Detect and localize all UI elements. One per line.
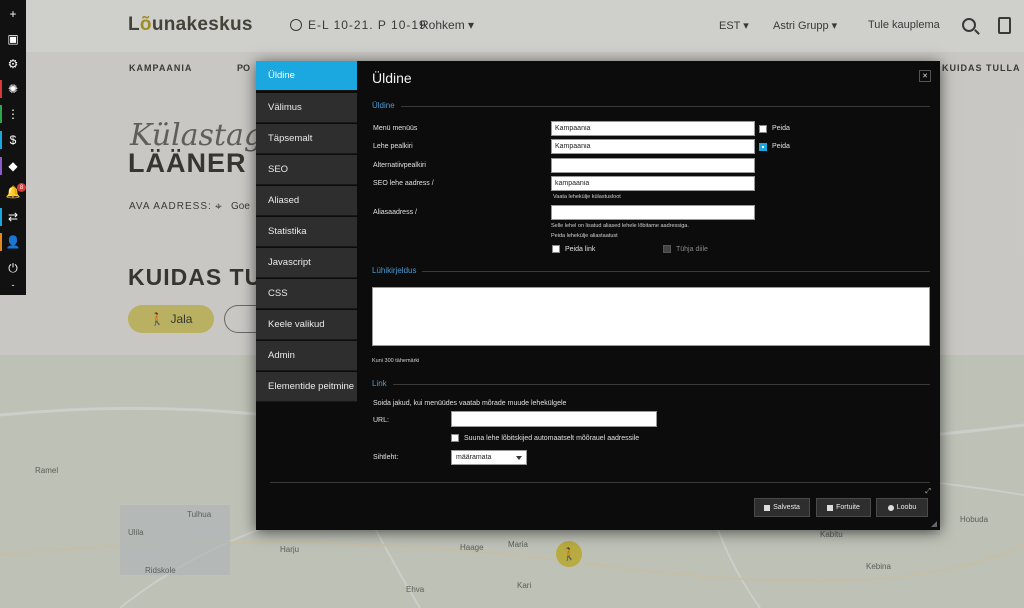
show-checkbox-label: Peida (772, 143, 790, 150)
tab-languages[interactable]: Keele valikud (256, 310, 357, 340)
bell-icon[interactable]: 🔔 8 (0, 180, 26, 204)
alias-address-input[interactable] (551, 205, 755, 220)
toolbar-collapse[interactable]: - (0, 278, 26, 292)
section-general: Üldine (372, 101, 930, 111)
section-description: Lühikirjeldus (372, 266, 930, 276)
quick-edit-checkbox[interactable] (663, 245, 671, 253)
show-checkbox[interactable] (759, 143, 767, 151)
alias-address-label: Aliasaadress / (373, 209, 417, 216)
notification-badge: 8 (17, 183, 26, 192)
resize-handle[interactable] (931, 521, 937, 527)
bug-icon[interactable]: ✺ (0, 77, 26, 101)
swap-icon[interactable]: ⇄ (0, 205, 26, 229)
page-title-label: Lehe pealkiri (373, 143, 413, 150)
url-input[interactable] (451, 411, 657, 427)
tab-javascript[interactable]: Javascript (256, 248, 357, 278)
tab-general[interactable]: Üldine (256, 61, 357, 91)
hide-checkbox-label: Peida (772, 125, 790, 132)
tab-seo[interactable]: SEO (256, 155, 357, 185)
tab-css[interactable]: CSS (256, 279, 357, 309)
modal-tabs: Üldine Välimus Täpsemalt SEO Aliased Sta… (256, 61, 358, 402)
footer-divider (270, 482, 930, 483)
save-icon (764, 504, 771, 511)
tab-statistics[interactable]: Statistika (256, 217, 357, 247)
document-icon (827, 504, 834, 511)
page-title-input[interactable] (551, 139, 755, 154)
menu-name-input[interactable] (551, 121, 755, 136)
hide-checkbox[interactable] (759, 125, 767, 133)
alias-address-hint-2[interactable]: Peida lehekülje aliastaatust (551, 233, 618, 239)
gear-icon[interactable]: ⚙ (0, 52, 26, 76)
menu-name-label: Menü menüüs (373, 125, 418, 132)
alias-address-hint: Selle lehel on lisatud aliased lehele lõ… (551, 223, 689, 229)
tab-hide-elements[interactable]: Elementide peitmine (256, 372, 357, 402)
hide-link-label: Peida link (565, 246, 596, 253)
chevron-down-icon (516, 456, 522, 460)
tab-aliases[interactable]: Aliased (256, 186, 357, 216)
quick-edit-label: Tühja diile (676, 246, 708, 253)
preview-button[interactable]: Fortuite (816, 498, 871, 517)
close-icon[interactable] (919, 70, 931, 82)
layout-icon[interactable]: ▣ (0, 27, 26, 51)
auto-redirect-checkbox[interactable] (451, 434, 459, 442)
target-select[interactable]: määramata (451, 450, 527, 465)
seo-address-label: SEO lehe aadress / (373, 180, 434, 187)
alt-title-label: Alternatiivpealkiri (373, 162, 426, 169)
eraser-icon[interactable]: ◆ (0, 154, 26, 178)
tab-appearance[interactable]: Välimus (256, 93, 357, 123)
expand-icon[interactable]: ⤢ (925, 488, 931, 496)
plus-icon[interactable]: + (0, 2, 26, 26)
power-icon[interactable]: ⏻ (0, 256, 26, 280)
alt-title-input[interactable] (551, 158, 755, 173)
description-textarea[interactable] (372, 287, 930, 346)
tab-admin[interactable]: Admin (256, 341, 357, 371)
settings-modal: Üldine Välimus Täpsemalt SEO Aliased Sta… (256, 61, 940, 530)
dollar-icon[interactable]: $ (0, 128, 26, 152)
user-icon[interactable]: 👤 (0, 230, 26, 254)
cancel-icon (887, 504, 894, 511)
tab-advanced[interactable]: Täpsemalt (256, 124, 357, 154)
cancel-button[interactable]: Loobu (876, 498, 928, 517)
modal-title: Üldine (372, 70, 412, 86)
dots-icon[interactable]: ⋮ (0, 102, 26, 126)
save-button[interactable]: Salvesta (754, 498, 810, 517)
hide-link-checkbox[interactable] (552, 245, 560, 253)
admin-toolbar: + ▣ ⚙ ✺ ⋮ $ ◆ 🔔 8 ⇄ 👤 ⏻ - (0, 0, 26, 295)
seo-address-input[interactable] (551, 176, 755, 191)
seo-address-hint[interactable]: Vaata lehekülje külastusloot (553, 194, 621, 200)
